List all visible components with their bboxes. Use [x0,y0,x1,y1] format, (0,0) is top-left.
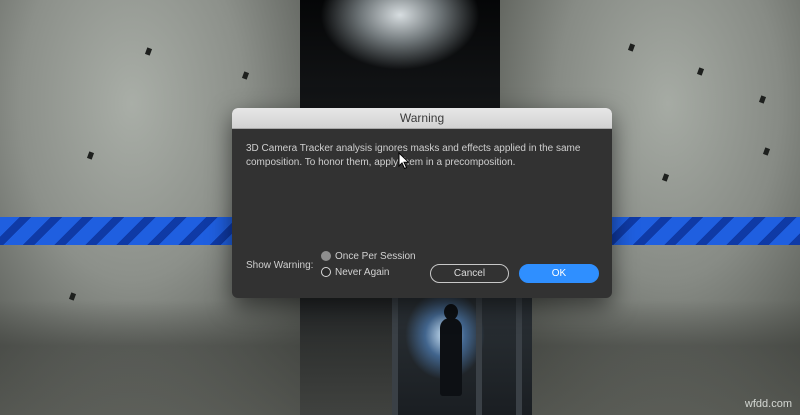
blue-stripe-right [610,217,800,245]
option-once-per-session[interactable]: Once Per Session [321,249,416,263]
mouse-cursor-icon [398,152,410,170]
radio-selected-icon[interactable] [321,251,331,261]
warning-dialog: Warning 3D Camera Tracker analysis ignor… [232,108,612,298]
option-label: Never Again [335,266,390,278]
warning-message: 3D Camera Tracker analysis ignores masks… [246,143,581,168]
watermark: wfdd.com [744,398,792,410]
person-silhouette [440,318,462,396]
show-warning-label: Show Warning: [246,260,314,271]
radio-unselected-icon[interactable] [321,267,331,277]
door-frame-middle [476,296,482,415]
option-never-again[interactable]: Never Again [321,265,389,279]
dialog-title: Warning [399,111,445,125]
blue-stripe-left [0,217,232,245]
ok-button[interactable]: OK [519,264,599,283]
screenshot-stage: wfdd.com Warning 3D Camera Tracker analy… [0,0,800,415]
option-label: Once Per Session [335,250,416,262]
dialog-titlebar[interactable]: Warning [232,108,612,129]
door-frame-right [516,296,522,415]
cancel-button[interactable]: Cancel [430,264,509,283]
door-frame-left [392,296,398,415]
